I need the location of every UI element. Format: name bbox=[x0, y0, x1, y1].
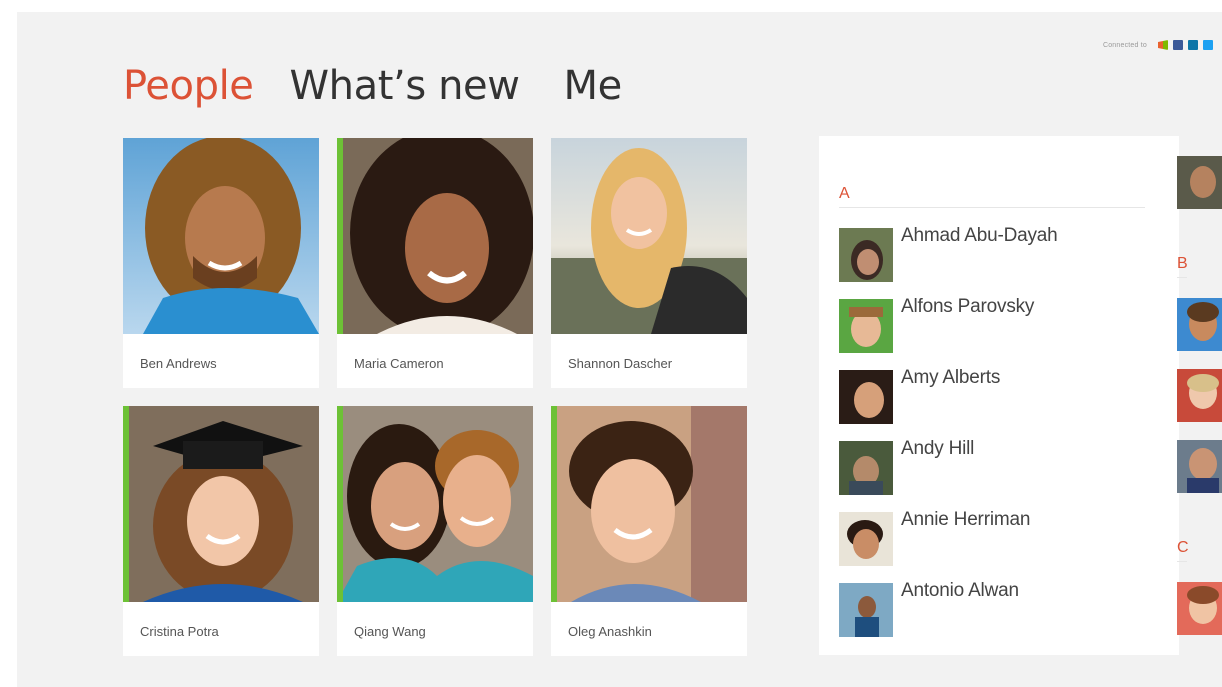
connected-label: Connected to bbox=[1102, 41, 1147, 49]
tab-me[interactable]: Me bbox=[564, 58, 623, 114]
favorite-name: Qiang Wang bbox=[354, 624, 426, 639]
contact-thumbnail[interactable] bbox=[1177, 298, 1222, 351]
contact-thumbnail[interactable] bbox=[1177, 582, 1222, 635]
pivot-tabs: People What’s new Me bbox=[123, 58, 622, 114]
contact-row[interactable]: Alfons Parovsky bbox=[839, 296, 1139, 355]
contact-photo bbox=[551, 406, 747, 602]
contact-photo bbox=[551, 138, 747, 334]
contact-photo bbox=[123, 406, 319, 602]
group-header-c[interactable]: C bbox=[1177, 539, 1189, 557]
favorite-tile[interactable]: Oleg Anashkin bbox=[551, 406, 747, 656]
group-divider bbox=[839, 207, 1145, 208]
contact-thumbnail[interactable] bbox=[1177, 156, 1222, 209]
favorite-name: Oleg Anashkin bbox=[568, 624, 652, 639]
contact-row[interactable]: Ahmad Abu-Dayah bbox=[839, 225, 1139, 284]
favorite-tile[interactable]: Qiang Wang bbox=[337, 406, 533, 656]
contact-name: Alfons Parovsky bbox=[901, 296, 1035, 317]
linkedin-icon[interactable] bbox=[1188, 40, 1198, 50]
group-header-a[interactable]: A bbox=[839, 185, 850, 203]
favorite-name: Shannon Dascher bbox=[568, 356, 673, 371]
contact-thumbnail[interactable] bbox=[1177, 369, 1222, 422]
contact-name: Antonio Alwan bbox=[901, 580, 1019, 601]
contact-avatar bbox=[839, 512, 893, 566]
favorite-accent bbox=[123, 406, 129, 602]
contact-name: Amy Alberts bbox=[901, 367, 1001, 388]
contact-avatar bbox=[839, 228, 893, 282]
contact-row[interactable]: Antonio Alwan bbox=[839, 580, 1139, 639]
tab-people[interactable]: People bbox=[123, 58, 254, 114]
contact-avatar bbox=[839, 299, 893, 353]
contact-list[interactable]: A Ahmad Abu-Dayah Alfons Parovsky Amy Al… bbox=[819, 136, 1222, 655]
favorite-name: Maria Cameron bbox=[354, 356, 444, 371]
twitter-icon[interactable] bbox=[1203, 40, 1213, 50]
favorite-tile[interactable]: Cristina Potra bbox=[123, 406, 319, 656]
contact-row[interactable]: Amy Alberts bbox=[839, 367, 1139, 426]
favorite-tile[interactable]: Shannon Dascher bbox=[551, 138, 747, 388]
favorite-name: Cristina Potra bbox=[140, 624, 219, 639]
contact-row[interactable]: Annie Herriman bbox=[839, 509, 1139, 568]
contact-name: Andy Hill bbox=[901, 438, 975, 459]
contact-avatar bbox=[839, 370, 893, 424]
favorite-accent bbox=[337, 406, 343, 602]
contact-photo bbox=[337, 138, 533, 334]
contact-row[interactable]: Andy Hill bbox=[839, 438, 1139, 497]
contact-avatar bbox=[839, 441, 893, 495]
favorite-tile[interactable]: Ben Andrews bbox=[123, 138, 319, 388]
contact-photo bbox=[337, 406, 533, 602]
group-divider bbox=[1177, 561, 1187, 562]
favorite-accent bbox=[337, 138, 343, 334]
contact-thumbnail[interactable] bbox=[1177, 440, 1222, 493]
favorite-accent bbox=[551, 406, 557, 602]
facebook-icon[interactable] bbox=[1173, 40, 1183, 50]
group-header-b[interactable]: B bbox=[1177, 255, 1188, 273]
connected-services: Connected to bbox=[1103, 38, 1213, 52]
contact-name: Ahmad Abu-Dayah bbox=[901, 225, 1058, 246]
favorite-name: Ben Andrews bbox=[140, 356, 217, 371]
contact-name: Annie Herriman bbox=[901, 509, 1031, 530]
group-divider bbox=[1177, 277, 1187, 278]
tab-whats-new[interactable]: What’s new bbox=[290, 58, 520, 114]
people-app: Connected to People What’s new Me Ben An… bbox=[17, 12, 1222, 687]
contact-avatar bbox=[839, 583, 893, 637]
windows-live-icon[interactable] bbox=[1158, 40, 1168, 50]
contact-photo bbox=[123, 138, 319, 334]
favorite-tile[interactable]: Maria Cameron bbox=[337, 138, 533, 388]
